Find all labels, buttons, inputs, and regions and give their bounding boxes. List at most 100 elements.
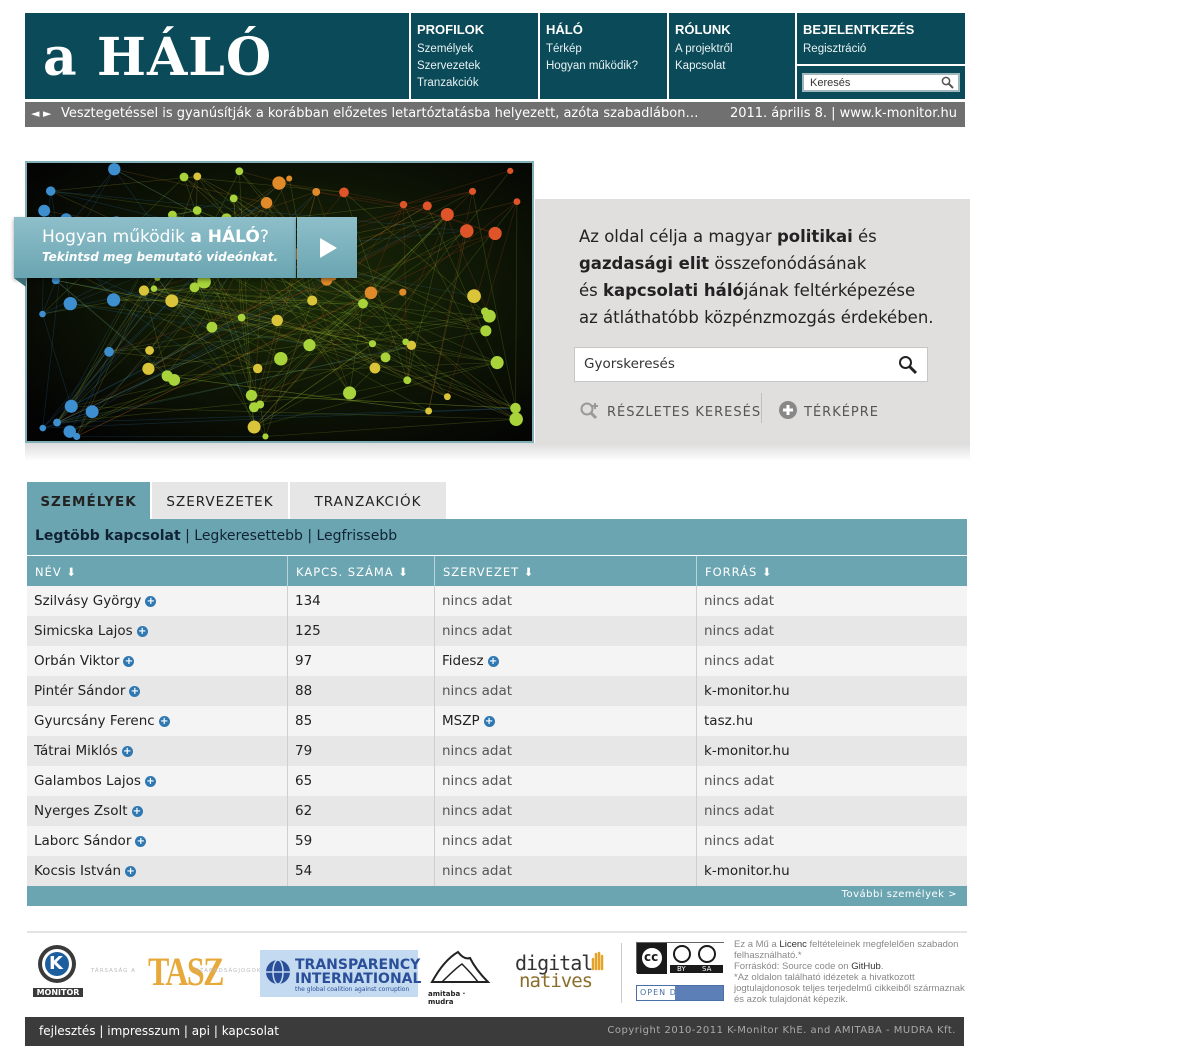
organization-text[interactable]: MSZP bbox=[442, 713, 480, 729]
digital-natives-logo[interactable]: digital natives bbox=[515, 951, 607, 993]
login-link[interactable]: BEJELENTKEZÉS bbox=[803, 22, 959, 37]
amitaba-mudra-logo[interactable]: amitaba · mudra bbox=[428, 946, 492, 1006]
network-graph-image[interactable] bbox=[25, 161, 534, 443]
connection-count-text[interactable]: 97 bbox=[295, 653, 312, 669]
cell-person-name[interactable]: Galambos Lajos + bbox=[27, 766, 288, 796]
connection-count-text[interactable]: 65 bbox=[295, 773, 312, 789]
source-text[interactable]: tasz.hu bbox=[704, 713, 753, 729]
person-name-text[interactable]: Gyurcsány Ferenc bbox=[34, 713, 155, 729]
expand-plus-icon[interactable]: + bbox=[125, 866, 137, 877]
header-search-input[interactable]: Keresés bbox=[802, 73, 960, 92]
person-name-text[interactable]: Szilvásy György bbox=[34, 593, 141, 609]
nav-heading-profilok[interactable]: PROFILOK bbox=[417, 22, 532, 37]
connection-count-text[interactable]: 85 bbox=[295, 713, 312, 729]
cell-person-name[interactable]: Simicska Lajos + bbox=[27, 616, 288, 646]
tab-szervezetek[interactable]: SZERVEZETEK bbox=[152, 482, 289, 519]
tasz-logo[interactable]: TÁRSASÁG A TASZ SZABADSÁGJOGOKÉRT bbox=[91, 946, 274, 998]
person-name-text[interactable]: Simicska Lajos bbox=[34, 623, 133, 639]
organization-text[interactable]: Fidesz bbox=[442, 653, 484, 669]
expand-plus-icon[interactable]: + bbox=[123, 656, 135, 667]
ticker-headline[interactable]: Vesztegetéssel is gyanúsítják a korábban… bbox=[61, 106, 698, 121]
expand-plus-icon[interactable]: + bbox=[135, 836, 147, 847]
connection-count-text[interactable]: 125 bbox=[295, 623, 321, 639]
person-name-text[interactable]: Nyerges Zsolt bbox=[34, 803, 128, 819]
nav-link-projekt[interactable]: A projektről bbox=[675, 41, 789, 58]
table-row[interactable]: Tátrai Miklós +79 nincs adat k-monitor.hu bbox=[27, 736, 967, 766]
expand-plus-icon[interactable]: + bbox=[158, 716, 170, 727]
nav-link-kapcsolat[interactable]: Kapcsolat bbox=[675, 58, 789, 75]
register-link[interactable]: Regisztráció bbox=[803, 41, 959, 58]
table-row[interactable]: Nyerges Zsolt +62 nincs adat nincs adat bbox=[27, 796, 967, 826]
advanced-search-link[interactable]: RÉSZLETES KERESÉS bbox=[579, 400, 761, 420]
ticker-arrows-icon[interactable]: ◄ ► bbox=[31, 107, 51, 120]
expand-plus-icon[interactable]: + bbox=[136, 626, 148, 637]
cell-organization[interactable]: Fidesz + bbox=[435, 646, 697, 676]
source-text[interactable]: k-monitor.hu bbox=[704, 863, 790, 879]
cell-connection-count[interactable]: 79 bbox=[288, 736, 435, 766]
tab-szemelyek[interactable]: SZEMÉLYEK bbox=[27, 482, 151, 519]
source-text[interactable]: k-monitor.hu bbox=[704, 743, 790, 759]
play-button[interactable] bbox=[297, 217, 357, 278]
cell-connection-count[interactable]: 88 bbox=[288, 676, 435, 706]
search-icon[interactable] bbox=[898, 355, 918, 379]
cell-person-name[interactable]: Szilvásy György + bbox=[27, 586, 288, 616]
nav-link-terkep[interactable]: Térkép bbox=[546, 41, 661, 58]
filter-most-searched[interactable]: Legkeresettebb bbox=[194, 528, 303, 544]
cell-person-name[interactable]: Gyurcsány Ferenc + bbox=[27, 706, 288, 736]
creative-commons-badge[interactable]: cc BY SA bbox=[636, 942, 725, 974]
table-row[interactable]: Galambos Lajos +65 nincs adat nincs adat bbox=[27, 766, 967, 796]
person-name-text[interactable]: Orbán Viktor bbox=[34, 653, 119, 669]
nav-link-tranzakciok[interactable]: Tranzakciók bbox=[417, 75, 532, 92]
site-logo[interactable]: a HÁLÓ bbox=[25, 13, 409, 99]
connection-count-text[interactable]: 59 bbox=[295, 833, 312, 849]
person-name-text[interactable]: Pintér Sándor bbox=[34, 683, 125, 699]
column-header-name[interactable]: NÉV ⬇ bbox=[27, 556, 288, 586]
connection-count-text[interactable]: 134 bbox=[295, 593, 321, 609]
cell-connection-count[interactable]: 59 bbox=[288, 826, 435, 856]
connection-count-text[interactable]: 88 bbox=[295, 683, 312, 699]
cell-person-name[interactable]: Nyerges Zsolt + bbox=[27, 796, 288, 826]
github-link[interactable]: GitHub bbox=[851, 961, 881, 972]
filter-most-connections[interactable]: Legtöbb kapcsolat bbox=[35, 528, 181, 544]
person-name-text[interactable]: Galambos Lajos bbox=[34, 773, 141, 789]
cell-connection-count[interactable]: 97 bbox=[288, 646, 435, 676]
expand-plus-icon[interactable]: + bbox=[144, 776, 156, 787]
connection-count-text[interactable]: 54 bbox=[295, 863, 312, 879]
table-row[interactable]: Simicska Lajos +125 nincs adat nincs adat bbox=[27, 616, 967, 646]
cell-person-name[interactable]: Orbán Viktor + bbox=[27, 646, 288, 676]
connection-count-text[interactable]: 62 bbox=[295, 803, 312, 819]
cell-organization[interactable]: MSZP + bbox=[435, 706, 697, 736]
expand-plus-icon[interactable]: + bbox=[129, 686, 141, 697]
table-row[interactable]: Gyurcsány Ferenc +85 MSZP + tasz.hu bbox=[27, 706, 967, 736]
nav-heading-rolunk[interactable]: RÓLUNK bbox=[675, 22, 789, 37]
expand-plus-icon[interactable]: + bbox=[487, 656, 499, 667]
cell-connection-count[interactable]: 85 bbox=[288, 706, 435, 736]
expand-plus-icon[interactable]: + bbox=[121, 746, 133, 757]
table-row[interactable]: Szilvásy György +134 nincs adat nincs adat bbox=[27, 586, 967, 616]
open-data-badge[interactable]: OPEN DATA bbox=[636, 985, 724, 1001]
cell-person-name[interactable]: Tátrai Miklós + bbox=[27, 736, 288, 766]
table-row[interactable]: Kocsis István +54 nincs adat k-monitor.hu bbox=[27, 856, 967, 886]
nav-link-szemelyek[interactable]: Személyek bbox=[417, 41, 532, 58]
license-link[interactable]: Licenc bbox=[779, 939, 806, 950]
footer-link-api[interactable]: api bbox=[192, 1024, 210, 1038]
table-row[interactable]: Pintér Sándor +88 nincs adat k-monitor.hu bbox=[27, 676, 967, 706]
cell-source[interactable]: k-monitor.hu bbox=[697, 856, 967, 886]
transparency-international-logo[interactable]: TRANSPARENCY INTERNATIONAL the global co… bbox=[260, 950, 421, 997]
source-text[interactable]: k-monitor.hu bbox=[704, 683, 790, 699]
cell-connection-count[interactable]: 65 bbox=[288, 766, 435, 796]
search-icon[interactable] bbox=[941, 76, 954, 92]
map-link[interactable]: TÉRKÉPRE bbox=[778, 400, 879, 420]
person-name-text[interactable]: Kocsis István bbox=[34, 863, 121, 879]
column-header-source[interactable]: FORRÁS ⬇ bbox=[697, 556, 967, 586]
cell-source[interactable]: k-monitor.hu bbox=[697, 736, 967, 766]
table-row[interactable]: Laborc Sándor +59 nincs adat nincs adat bbox=[27, 826, 967, 856]
table-row[interactable]: Orbán Viktor +97 Fidesz + nincs adat bbox=[27, 646, 967, 676]
person-name-text[interactable]: Tátrai Miklós bbox=[34, 743, 118, 759]
cell-person-name[interactable]: Kocsis István + bbox=[27, 856, 288, 886]
expand-plus-icon[interactable]: + bbox=[131, 806, 143, 817]
person-name-text[interactable]: Laborc Sándor bbox=[34, 833, 131, 849]
expand-plus-icon[interactable]: + bbox=[483, 716, 495, 727]
video-intro-banner[interactable]: Hogyan működik a HÁLÓ? Tekintsd meg bemu… bbox=[14, 217, 296, 278]
nav-link-hogyan-mukodik[interactable]: Hogyan működik? bbox=[546, 58, 661, 75]
